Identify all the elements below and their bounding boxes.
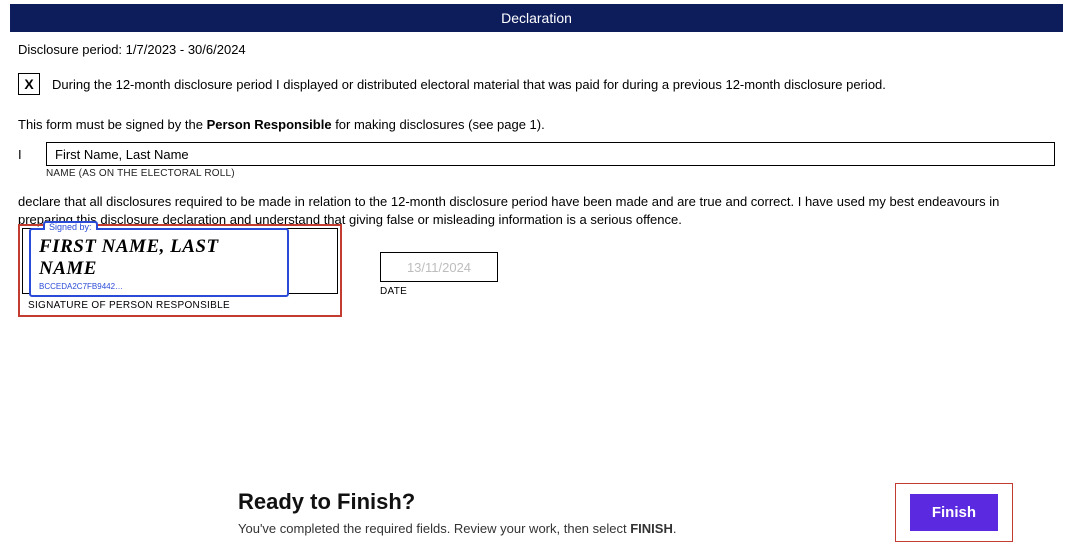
signature-date-row: Signed by: FIRST NAME, LAST NAME BCCEDA2… — [18, 228, 1055, 317]
header-title: Declaration — [501, 10, 572, 26]
footer-bar: Ready to Finish? You've completed the re… — [0, 483, 1073, 542]
footer-text: Ready to Finish? You've completed the re… — [238, 489, 676, 536]
signature-highlight-box: Signed by: FIRST NAME, LAST NAME BCCEDA2… — [18, 224, 342, 317]
sign-note-suffix: for making disclosures (see page 1). — [332, 117, 545, 132]
disclosure-period-row: Disclosure period: 1/7/2023 - 30/6/2024 — [18, 42, 1055, 57]
signature-field[interactable]: Signed by: FIRST NAME, LAST NAME BCCEDA2… — [22, 228, 338, 294]
sign-note-prefix: This form must be signed by the — [18, 117, 207, 132]
period-label: Disclosure period: — [18, 42, 122, 57]
signature-column: Signed by: FIRST NAME, LAST NAME BCCEDA2… — [18, 228, 342, 317]
declaration-statement: declare that all disclosures required to… — [18, 193, 1055, 228]
declarant-name-row: I — [18, 142, 1055, 166]
checkbox-text: During the 12-month disclosure period I … — [52, 77, 886, 92]
checkbox-mark: X — [24, 76, 33, 92]
docusign-signature: Signed by: FIRST NAME, LAST NAME BCCEDA2… — [29, 228, 289, 297]
date-column: 13/11/2024 DATE — [380, 252, 498, 317]
declaration-header: Declaration — [10, 4, 1063, 32]
ready-to-finish-title: Ready to Finish? — [238, 489, 676, 515]
signed-by-label: Signed by: — [43, 221, 98, 230]
prior-material-checkbox-row: X During the 12-month disclosure period … — [18, 73, 1055, 95]
ready-to-finish-subtitle: You've completed the required fields. Re… — [238, 521, 676, 536]
name-caption: NAME (AS ON THE ELECTORAL ROLL) — [46, 168, 1055, 179]
sign-note-bold: Person Responsible — [207, 117, 332, 132]
footer-sub-suffix: . — [673, 521, 677, 536]
footer-sub-prefix: You've completed the required fields. Re… — [238, 521, 630, 536]
footer-sub-bold: FINISH — [630, 521, 673, 536]
sign-requirement-note: This form must be signed by the Person R… — [18, 117, 1055, 132]
prior-material-checkbox[interactable]: X — [18, 73, 40, 95]
signature-script: FIRST NAME, LAST NAME — [39, 236, 279, 280]
date-field[interactable]: 13/11/2024 — [380, 252, 498, 282]
period-value: 1/7/2023 - 30/6/2024 — [126, 42, 246, 57]
form-content: Disclosure period: 1/7/2023 - 30/6/2024 … — [0, 32, 1073, 317]
i-label: I — [18, 147, 32, 162]
date-caption: DATE — [380, 286, 498, 297]
date-value: 13/11/2024 — [407, 260, 471, 275]
declarant-name-input[interactable] — [46, 142, 1055, 166]
signature-caption: SIGNATURE OF PERSON RESPONSIBLE — [22, 296, 338, 313]
finish-highlight-box: Finish — [895, 483, 1013, 542]
finish-button[interactable]: Finish — [910, 494, 998, 531]
signature-id: BCCEDA2C7FB9442… — [39, 282, 279, 291]
